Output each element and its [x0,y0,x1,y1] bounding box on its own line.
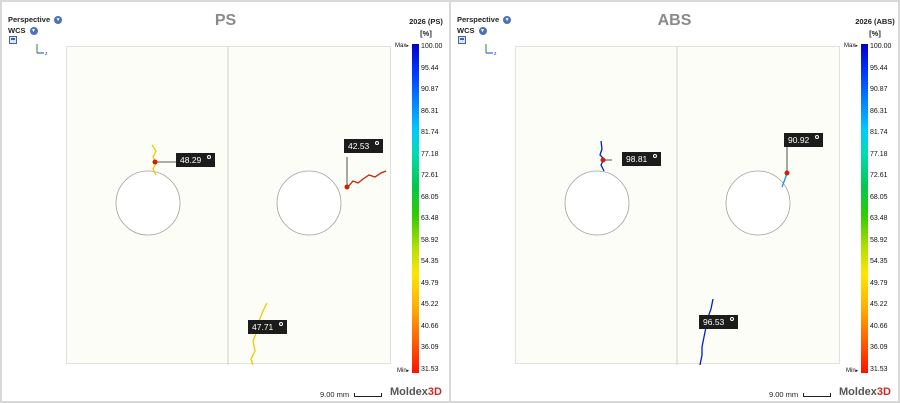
svg-text:z: z [494,51,497,56]
pin-icon[interactable] [279,322,284,326]
pin-icon[interactable] [815,135,820,139]
colorbar-tick-label: 81.74 [421,129,439,137]
model-geometry [564,47,791,365]
scale-bar [354,392,383,397]
panel-title: PS [214,12,237,29]
max-marker: Max▸ [844,43,858,49]
probe-label[interactable]: 42.53 [344,139,384,153]
pin-icon[interactable] [375,141,380,145]
colorbar-tick-label: 81.74 [870,129,888,137]
colorbar-tick-label: 40.66 [421,322,439,330]
probe-point [152,159,158,165]
scale-label: 9.00 mm [320,390,350,399]
colorbar-tick-label: 40.66 [870,322,888,330]
weld-line [599,140,605,172]
colorbar-tick-label: 49.79 [870,279,888,287]
colorbar-tick-label: 54.35 [870,258,888,266]
axis-triad-icon: z [485,44,497,56]
pin-icon[interactable] [730,317,735,321]
colorbar-tick-label: 63.48 [870,215,888,223]
colorbar-tick-label: 58.92 [870,236,888,244]
scale-indicator: 9.00 mm [320,390,383,399]
pin-icon[interactable] [653,154,658,158]
svg-text:z: z [45,51,48,56]
colorbar-tick-label: 45.22 [870,301,888,309]
probe-label[interactable]: 96.53 [699,315,739,329]
brand-logo: Moldex3D [390,386,442,398]
colorbar[interactable] [861,44,868,373]
probe-label[interactable]: 47.71 [248,320,288,334]
colorbar-tick-label: 86.31 [870,107,888,115]
weld-line [699,298,714,365]
probe-point [344,184,350,190]
probe-point [600,157,606,163]
colorbar-title: 2026 (ABS) [855,17,895,26]
result-panel-abs[interactable]: Perspective ▼ WCS ▼ z ABS 98.81 90.92 96… [451,2,898,401]
colorbar-tick-label: 49.79 [421,279,439,287]
save-icon[interactable] [9,36,17,44]
weld-line [250,302,268,365]
model-geometry [115,47,387,365]
colorbar-tick-label: 86.31 [421,107,439,115]
model-view[interactable] [515,46,840,365]
colorbar-tick-label: 36.09 [870,344,888,352]
colorbar-tick-label: 54.35 [421,258,439,266]
weld-line [347,170,387,188]
colorbar-tick-label: 72.61 [870,172,888,180]
colorbar[interactable] [412,44,419,373]
colorbar-tick-label: 90.87 [870,86,888,94]
colorbar-tick-label: 36.09 [421,344,439,352]
colorbar-tick-label: 68.05 [870,193,888,201]
colorbar-tick-label: 45.22 [421,301,439,309]
pin-icon[interactable] [207,155,212,159]
probe-label[interactable]: 90.92 [784,133,824,147]
panel-title: ABS [657,12,692,29]
colorbar-tick-label: 100.00 [421,43,443,50]
colorbar-tick-label: 77.18 [421,150,439,158]
probe-point [784,170,790,176]
min-marker: Min▸ [397,368,410,374]
colorbar-tick-label: 31.53 [870,366,888,373]
colorbar-tick-label: 72.61 [421,172,439,180]
probe-label[interactable]: 48.29 [176,153,216,167]
min-marker: Min▸ [846,368,859,374]
scale-label: 9.00 mm [769,390,799,399]
colorbar-tick-label: 31.53 [421,366,439,373]
colorbar-tick-label: 95.44 [870,64,888,72]
colorbar-tick-label: 68.05 [421,193,439,201]
save-icon[interactable] [458,36,466,44]
brand-logo: Moldex3D [839,386,891,398]
colorbar-title: 2026 (PS) [409,17,443,26]
result-panel-ps[interactable]: Perspective ▼ WCS ▼ z PS 48.29 42.53 47.… [2,2,449,401]
scale-bar [803,392,832,397]
max-marker: Max▸ [395,43,409,49]
colorbar-tick-label: 58.92 [421,236,439,244]
colorbar-unit: [%] [420,29,432,38]
axis-triad-icon: z [36,44,48,56]
scale-indicator: 9.00 mm [769,390,832,399]
colorbar-tick-label: 63.48 [421,215,439,223]
colorbar-tick-label: 77.18 [870,150,888,158]
model-view[interactable] [66,46,391,365]
colorbar-tick-label: 100.00 [870,43,892,50]
colorbar-tick-label: 90.87 [421,86,439,94]
colorbar-tick-label: 95.44 [421,64,439,72]
probe-label[interactable]: 98.81 [622,152,662,166]
colorbar-unit: [%] [869,29,881,38]
